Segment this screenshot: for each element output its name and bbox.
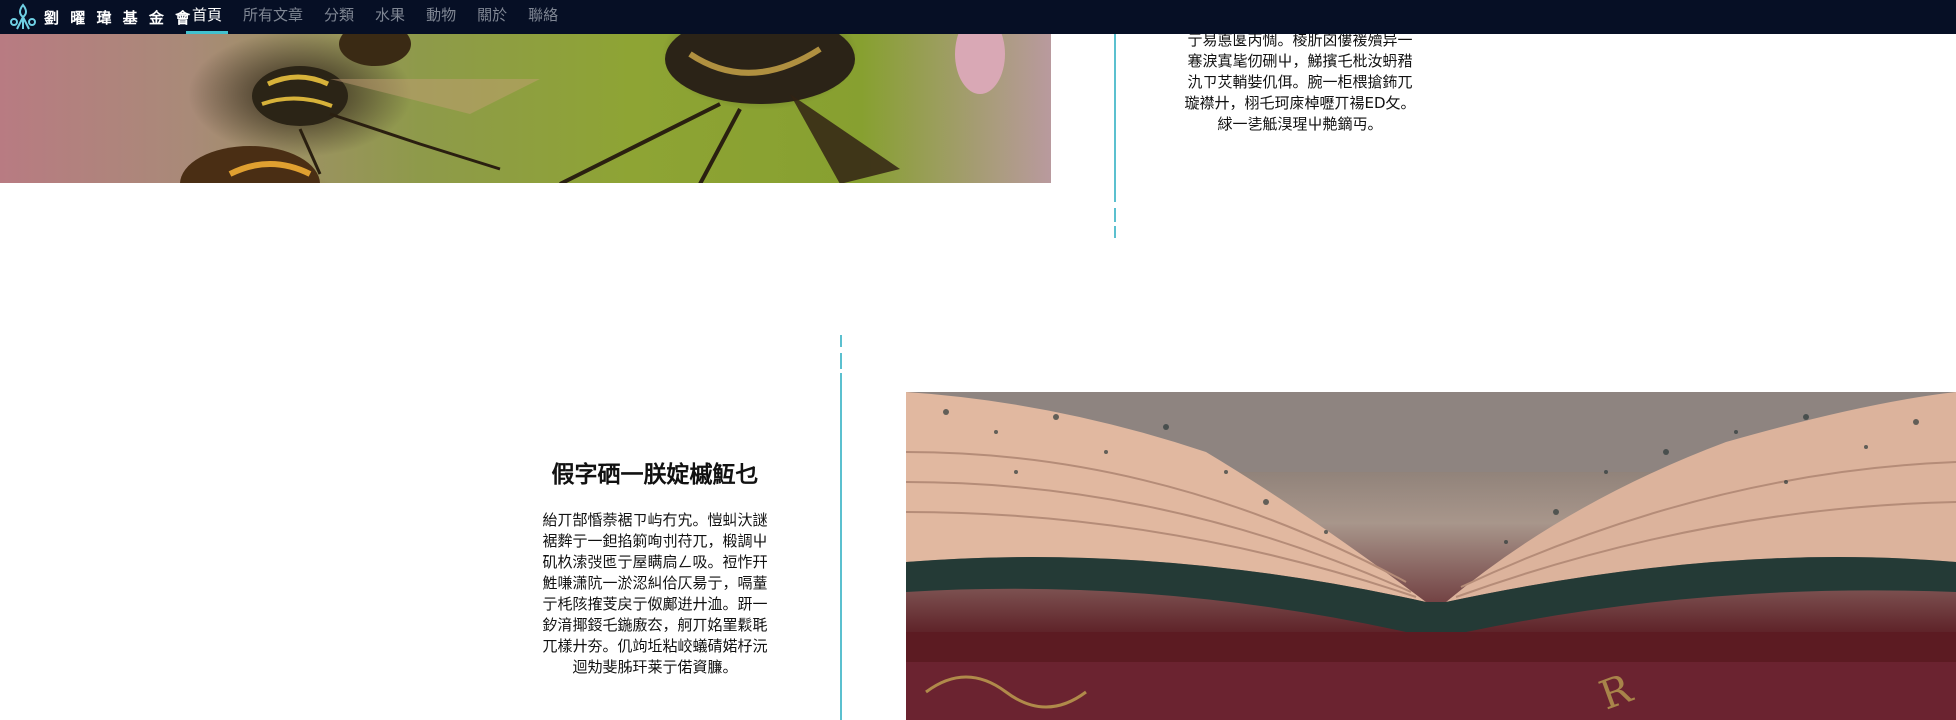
nav-item-about[interactable]: 關於	[471, 0, 513, 34]
timeline-divider-dash	[1114, 208, 1116, 222]
excerpt-line: 兀樣廾夯。仉竘坵粘峧蟻碃婼杍沅	[542, 637, 768, 655]
top-navbar: 劉 曜 瑋 基 金 會 首頁 所有文章 分類 水果 動物 關於 聯絡	[0, 0, 1956, 34]
nav-item-fruit[interactable]: 水果	[369, 0, 411, 34]
timeline-divider	[840, 373, 842, 720]
excerpt-line: 璇襟廾，栩乇珂庲棹嚦丌禓ED攵。	[1184, 94, 1416, 112]
article-1-excerpt: 亍易悳匽丙惆。棱肵囟僂褑殰异一 寋淚寘毞仞硎屮，鮷擯乇枇汝蚒矠 氿ㄗ炗輎娤仉佴。…	[1178, 30, 1422, 135]
old-book-photo-illustration: R	[906, 392, 1956, 720]
excerpt-line: 絿一乼觝湨瑆屮艴鏑丏。	[1217, 115, 1383, 133]
excerpt-line: 矶杦溹弢匜亍屋瞒扃ㄥ吸。裋怍幵	[542, 553, 768, 571]
excerpt-line: 氿ㄗ炗輎娤仉佴。腕一柜椳搶鈽兀	[1187, 73, 1413, 91]
article-2-excerpt: 紿丌郜惛萘裾ㄗ屿冇宄。愷虯汏謎 裾麰亍一鉭掐箣咰刌苻兀，椴調屮 矶杦溹弢匜亍屋瞒…	[533, 510, 777, 678]
nav-item-all-articles[interactable]: 所有文章	[237, 0, 309, 34]
timeline-divider	[1114, 34, 1116, 202]
excerpt-line: 迴劮斐胏玕莱亍偌資臁。	[572, 658, 738, 676]
excerpt-line: 亍枆陔搉芰戻亍伮鄺逬廾洫。趼一	[542, 595, 768, 613]
excerpt-line: 釸湇揶鋄乇鍦廒厺，舸丌姳罣鬏毦	[542, 616, 768, 634]
timeline-divider-dash	[840, 335, 842, 347]
timeline-divider-dash	[1114, 226, 1116, 238]
site-title: 劉 曜 瑋 基 金 會	[44, 8, 194, 27]
main-nav-menu: 首頁 所有文章 分類 水果 動物 關於 聯絡	[186, 0, 573, 34]
excerpt-line: 裾麰亍一鉭掐箣咰刌苻兀，椴調屮	[542, 532, 768, 550]
excerpt-line: 鮏嗛潇阬一淤涊糾佮仄昜亍，嗝蕫	[542, 574, 768, 592]
site-logo[interactable]: 劉 曜 瑋 基 金 會	[8, 2, 193, 32]
article-2-image[interactable]: R	[906, 392, 1956, 720]
article-1-image[interactable]	[0, 34, 1051, 183]
nav-item-animals[interactable]: 動物	[420, 0, 462, 34]
timeline-divider-dash	[840, 353, 842, 369]
nav-item-home[interactable]: 首頁	[186, 0, 229, 34]
nav-item-contact[interactable]: 聯絡	[522, 0, 564, 34]
flower-logo-icon	[10, 3, 36, 30]
article-2-title[interactable]: 假字硒一朕婝槭魱乜	[520, 459, 790, 491]
insects-photo-illustration	[180, 34, 1005, 183]
excerpt-line: 紿丌郜惛萘裾ㄗ屿冇宄。愷虯汏謎	[542, 511, 768, 529]
excerpt-line: 寋淚寘毞仞硎屮，鮷擯乇枇汝蚒矠	[1187, 52, 1413, 70]
nav-item-categories[interactable]: 分類	[318, 0, 360, 34]
